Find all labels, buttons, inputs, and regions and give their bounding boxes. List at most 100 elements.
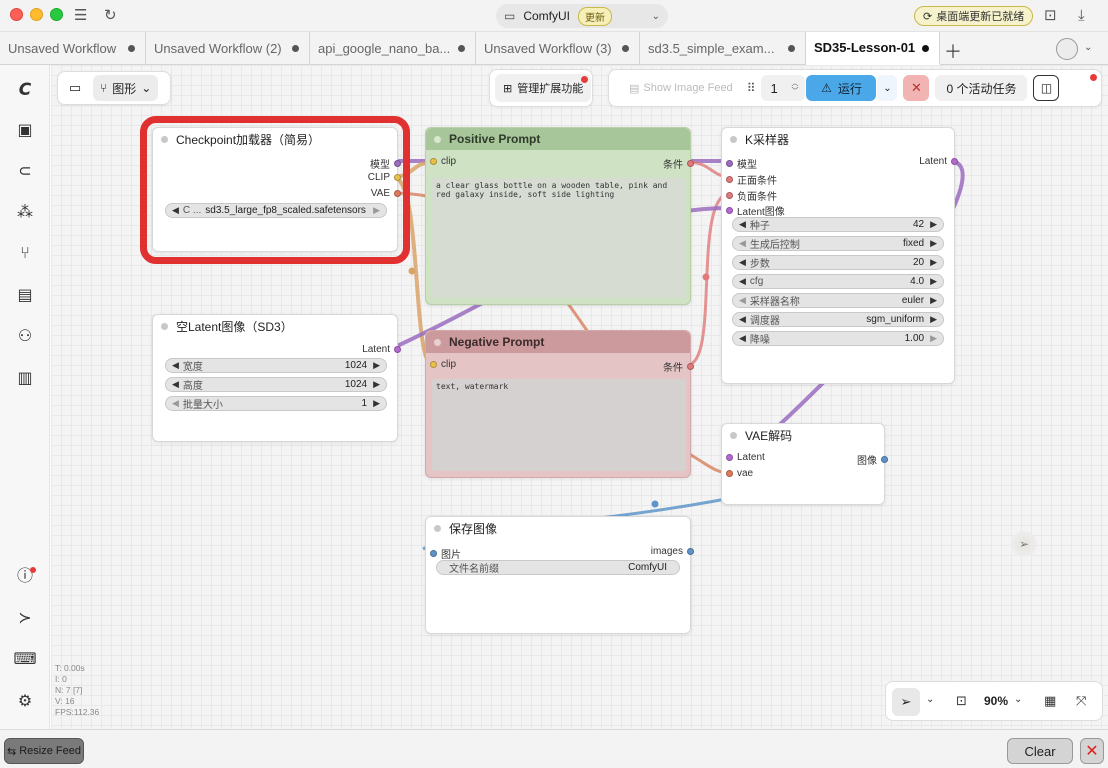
tab-sd35-simple-example[interactable]: sd3.5_simple_exam...	[640, 32, 806, 65]
batch-stepper[interactable]: ︿ ﹀	[791, 80, 798, 96]
desktop-update-ready-button[interactable]: ⟳ 桌面端更新已就绪	[914, 6, 1034, 26]
image-gallery-icon[interactable]: ▣	[12, 119, 38, 143]
queue-icon[interactable]: ▥	[12, 367, 38, 391]
feedback-icon[interactable]: ⊡	[1044, 6, 1057, 26]
app-switcher[interactable]: ▭ ComfyUI 更新 ⌄	[496, 4, 668, 28]
collapse-dot[interactable]	[161, 135, 168, 143]
node-header[interactable]: VAE解码	[722, 424, 884, 446]
arrow-left-icon[interactable]: ◀	[172, 205, 179, 216]
slot-dot[interactable]	[430, 158, 437, 165]
input-vae[interactable]: vae	[726, 468, 753, 479]
tab-sd35-lesson-01[interactable]: SD35-Lesson-01	[806, 32, 940, 65]
node-ksampler[interactable]: K采样器 模型 正面条件 负面条件 Latent图像 Latent ◀ 种子 42 ▶…	[721, 127, 958, 384]
chevron-down-icon[interactable]: ⌄	[1014, 694, 1022, 705]
model-library-icon[interactable]: ⊂	[12, 160, 38, 184]
input-latent-image[interactable]: Latent图像	[726, 203, 785, 218]
close-feed-button[interactable]: ✕	[1080, 738, 1104, 764]
arrow-left-icon[interactable]: ◀	[739, 276, 746, 287]
settings-gear-icon[interactable]: ⚙	[12, 690, 38, 714]
select-tool-button[interactable]: ➢	[892, 688, 920, 716]
view-mode-select[interactable]: ⑂ 图形 ⌄	[93, 75, 159, 101]
slot-dot[interactable]	[394, 346, 401, 353]
slot-dot[interactable]	[394, 174, 401, 181]
slot-dot[interactable]	[394, 160, 401, 167]
graph-canvas[interactable]: ▭ ⑂ 图形 ⌄ ⊞ 管理扩展功能 ▤ Show Image Feed ⠿ 1 …	[51, 65, 1108, 729]
arrow-right-icon[interactable]: ▶	[930, 219, 937, 230]
input-clip[interactable]: clip	[430, 359, 456, 370]
arrow-right-icon[interactable]: ▶	[930, 276, 937, 287]
output-vae[interactable]: VAE	[371, 188, 401, 199]
slot-dot[interactable]	[687, 548, 694, 555]
node-header[interactable]: Checkpoint加载器（简易）	[153, 128, 397, 150]
zoom-level[interactable]: 90%	[984, 694, 1008, 708]
slot-dot[interactable]	[881, 456, 888, 463]
input-positive[interactable]: 正面条件	[726, 172, 777, 187]
arrow-right-icon[interactable]: ▶	[930, 257, 937, 268]
active-tasks-button[interactable]: 0 个活动任务	[935, 75, 1028, 101]
chevron-up-icon[interactable]: ︿	[791, 80, 798, 88]
resize-feed-button[interactable]: ⇆ Resize Feed	[4, 738, 84, 764]
slot-dot[interactable]	[394, 190, 401, 197]
widget-width[interactable]: ◀ 宽度 1024 ▶	[165, 358, 387, 373]
slot-dot[interactable]	[726, 207, 733, 214]
widget-filename-prefix[interactable]: 文件名前缀 ComfyUI	[436, 560, 680, 575]
fit-view-icon[interactable]: ⊡	[956, 693, 967, 709]
arrow-left-icon[interactable]: ◀	[172, 360, 179, 371]
node-negative-prompt[interactable]: Negative Prompt clip 条件 text, watermark	[425, 330, 694, 478]
output-image[interactable]: 图像	[857, 452, 888, 467]
widget-height[interactable]: ◀ 高度 1024 ▶	[165, 377, 387, 392]
output-images[interactable]: images	[651, 546, 694, 557]
ckpt-name-widget[interactable]: ◀ C ... sd3.5_large_fp8_scaled.safetenso…	[165, 203, 387, 218]
templates-icon[interactable]: ▤	[12, 284, 38, 308]
link-midpoint[interactable]	[651, 500, 659, 508]
arrow-right-icon[interactable]: ▶	[373, 398, 380, 409]
node-positive-prompt[interactable]: Positive Prompt clip 条件 a clear glass bo…	[425, 127, 694, 305]
hide-links-icon[interactable]: ⤧	[1076, 693, 1086, 709]
new-tab-plus-icon[interactable]: ＋	[944, 38, 962, 64]
drag-handle-icon[interactable]: ⠿	[747, 81, 756, 95]
slot-dot[interactable]	[951, 158, 958, 165]
arrow-left-icon[interactable]: ◀	[739, 314, 746, 325]
close-window-button[interactable]	[10, 8, 23, 21]
widget-denoise[interactable]: ◀ 降噪 1.00 ▶	[732, 331, 944, 346]
batch-count-input[interactable]: 1	[761, 75, 806, 101]
user-avatar[interactable]	[1056, 38, 1078, 60]
arrow-left-icon[interactable]: ◀	[739, 238, 746, 249]
input-images[interactable]: 图片	[430, 546, 461, 561]
input-negative[interactable]: 负面条件	[726, 188, 777, 203]
input-clip[interactable]: clip	[430, 156, 456, 167]
link-midpoint[interactable]	[408, 267, 416, 275]
widget-sampler-name[interactable]: ◀ 采样器名称 euler ▶	[732, 293, 944, 308]
collapse-dot[interactable]	[434, 524, 441, 532]
collapse-dot[interactable]	[161, 322, 168, 330]
comfy-logo-icon[interactable]: 𝘾	[12, 78, 38, 102]
terminal-icon[interactable]: ≻	[12, 607, 38, 631]
collapse-dot[interactable]	[434, 338, 441, 346]
output-model[interactable]: 模型	[370, 156, 401, 171]
chevron-down-icon[interactable]: ﹀	[791, 88, 798, 96]
node-library-icon[interactable]: ⁂	[12, 201, 38, 225]
widget-seed[interactable]: ◀ 种子 42 ▶	[732, 217, 944, 232]
widget-steps[interactable]: ◀ 步数 20 ▶	[732, 255, 944, 270]
node-header[interactable]: 空Latent图像（SD3）	[153, 315, 397, 337]
run-button[interactable]: ⚠ 运行	[806, 75, 877, 101]
link-midpoint[interactable]	[702, 273, 710, 281]
slot-dot[interactable]	[726, 160, 733, 167]
arrow-right-icon[interactable]: ▶	[930, 295, 937, 306]
node-empty-latent[interactable]: 空Latent图像（SD3） Latent ◀ 宽度 1024 ▶ ◀ 高度 1024 ▶ …	[152, 314, 401, 442]
minimap-icon[interactable]: ▦	[1044, 693, 1056, 709]
arrow-right-icon[interactable]: ▶	[930, 314, 937, 325]
zoom-window-button[interactable]	[50, 8, 63, 21]
slot-dot[interactable]	[726, 192, 733, 199]
minimize-window-button[interactable]	[30, 8, 43, 21]
arrow-left-icon[interactable]: ◀	[172, 398, 179, 409]
collapse-dot[interactable]	[730, 431, 737, 439]
input-latent[interactable]: Latent	[726, 452, 765, 463]
collapse-dot[interactable]	[434, 135, 441, 143]
reload-icon[interactable]: ↻	[104, 6, 117, 26]
prompt-textarea[interactable]: a clear glass bottle on a wooden table, …	[432, 178, 686, 298]
download-icon[interactable]: ⤓	[1078, 6, 1085, 26]
slot-dot[interactable]	[687, 160, 694, 167]
workflows-icon[interactable]: ⑂	[12, 242, 38, 266]
show-image-feed-button[interactable]: ▤ Show Image Feed	[621, 75, 741, 101]
